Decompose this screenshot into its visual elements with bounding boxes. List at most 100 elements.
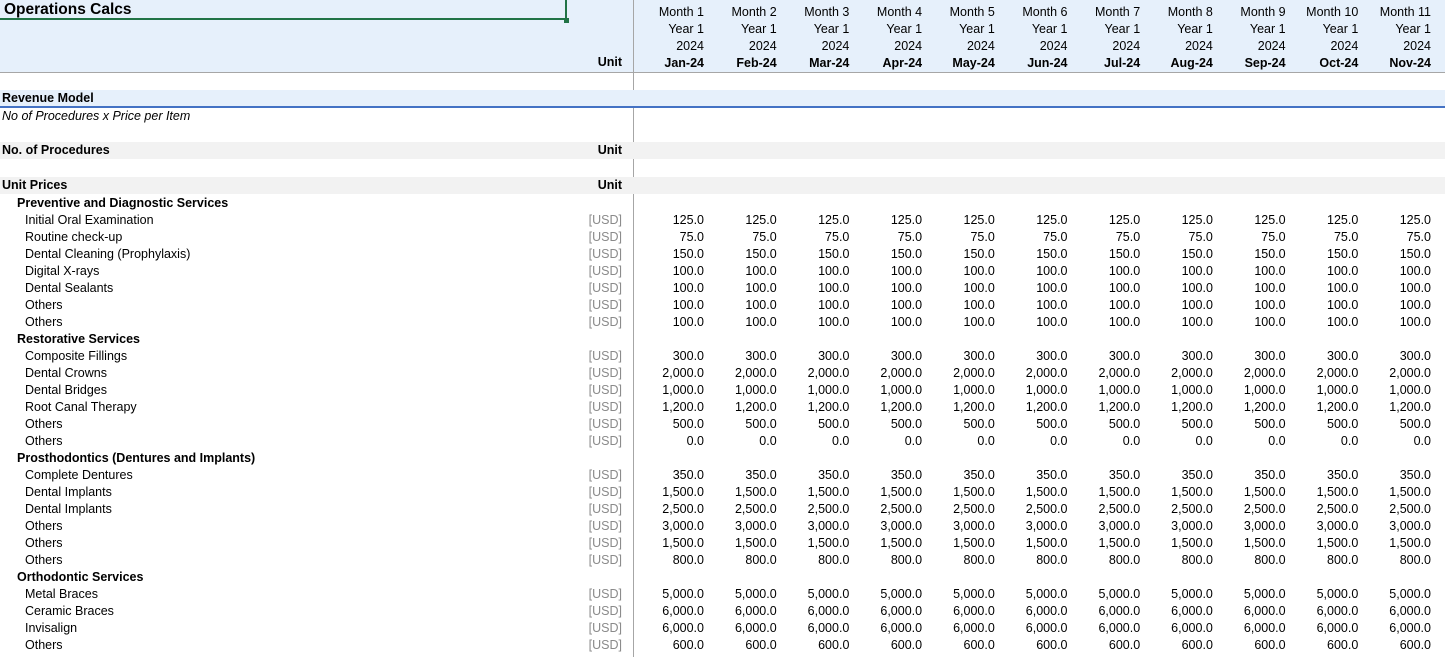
value-cell[interactable]: 2,000.0	[925, 365, 995, 382]
value-cell[interactable]: 1,000.0	[998, 382, 1068, 399]
value-cell[interactable]: 3,000.0	[1216, 518, 1286, 535]
value-cell[interactable]: 3,000.0	[1143, 518, 1213, 535]
value-cell[interactable]: 2,000.0	[779, 365, 850, 382]
item-label[interactable]: Others	[25, 416, 63, 433]
value-cell[interactable]: 1,000.0	[1216, 382, 1286, 399]
value-cell[interactable]: 125.0	[1288, 212, 1358, 229]
value-cell[interactable]: 100.0	[707, 263, 776, 280]
value-cell[interactable]: 6,000.0	[852, 620, 922, 637]
value-cell[interactable]: 6,000.0	[707, 620, 777, 637]
item-label[interactable]: Composite Fillings	[25, 348, 127, 365]
value-cell[interactable]: 75.0	[998, 229, 1067, 246]
value-cell[interactable]: 2,000.0	[998, 365, 1068, 382]
value-cell[interactable]: 1,500.0	[779, 535, 850, 552]
value-cell[interactable]: 1,500.0	[925, 535, 995, 552]
item-label[interactable]: Root Canal Therapy	[25, 399, 137, 416]
item-label[interactable]: Others	[25, 637, 63, 654]
value-cell[interactable]: 3,000.0	[1361, 518, 1431, 535]
value-cell[interactable]: 100.0	[925, 297, 995, 314]
value-cell[interactable]: 300.0	[1288, 348, 1358, 365]
value-cell[interactable]: 125.0	[925, 212, 995, 229]
value-cell[interactable]: 100.0	[634, 263, 704, 280]
value-cell[interactable]: 100.0	[1216, 280, 1285, 297]
value-cell[interactable]: 500.0	[1288, 416, 1358, 433]
item-unit[interactable]: [USD]	[589, 297, 622, 314]
value-cell[interactable]: 100.0	[1070, 297, 1140, 314]
value-cell[interactable]: 125.0	[1143, 212, 1213, 229]
value-cell[interactable]: 6,000.0	[998, 620, 1068, 637]
month-header[interactable]: Month 4 Year 1 2024 Apr-24	[852, 4, 922, 72]
value-cell[interactable]: 6,000.0	[1143, 620, 1213, 637]
item-label[interactable]: Others	[25, 433, 63, 450]
value-cell[interactable]: 75.0	[707, 229, 776, 246]
item-label[interactable]: Dental Implants	[25, 484, 112, 501]
value-cell[interactable]: 1,200.0	[634, 399, 704, 416]
month-header[interactable]: Month 7 Year 1 2024 Jul-24	[1070, 4, 1140, 72]
value-cell[interactable]: 500.0	[634, 416, 704, 433]
value-cell[interactable]: 125.0	[998, 212, 1067, 229]
value-cell[interactable]: 2,000.0	[1143, 365, 1213, 382]
value-cell[interactable]: 350.0	[1216, 467, 1285, 484]
value-cell[interactable]: 6,000.0	[925, 620, 995, 637]
month-header[interactable]: Month 6 Year 1 2024 Jun-24	[998, 4, 1067, 72]
month-header[interactable]: Month 10 Year 1 2024 Oct-24	[1288, 4, 1358, 72]
value-cell[interactable]: 100.0	[1216, 297, 1285, 314]
item-unit[interactable]: [USD]	[589, 314, 622, 331]
value-cell[interactable]: 6,000.0	[1288, 620, 1359, 637]
value-cell[interactable]: 2,000.0	[1288, 365, 1359, 382]
item-label[interactable]: Invisalign	[25, 620, 77, 637]
value-cell[interactable]: 150.0	[634, 246, 704, 263]
value-cell[interactable]: 100.0	[634, 314, 704, 331]
value-cell[interactable]: 600.0	[779, 637, 849, 654]
value-cell[interactable]: 2,500.0	[1070, 501, 1140, 518]
value-cell[interactable]: 5,000.0	[1361, 586, 1431, 603]
value-cell[interactable]: 500.0	[707, 416, 776, 433]
fill-handle[interactable]	[564, 18, 569, 23]
value-cell[interactable]: 75.0	[634, 229, 704, 246]
value-cell[interactable]: 6,000.0	[779, 603, 850, 620]
value-cell[interactable]: 100.0	[852, 263, 922, 280]
value-cell[interactable]: 5,000.0	[779, 586, 850, 603]
value-cell[interactable]: 1,500.0	[707, 535, 777, 552]
value-cell[interactable]: 0.0	[998, 433, 1067, 450]
value-cell[interactable]: 0.0	[852, 433, 922, 450]
value-cell[interactable]: 800.0	[852, 552, 922, 569]
value-cell[interactable]: 125.0	[852, 212, 922, 229]
value-cell[interactable]: 6,000.0	[634, 620, 704, 637]
value-cell[interactable]: 100.0	[1361, 297, 1431, 314]
item-label[interactable]: Metal Braces	[25, 586, 98, 603]
value-cell[interactable]: 300.0	[1143, 348, 1213, 365]
value-cell[interactable]: 1,500.0	[1288, 484, 1359, 501]
value-cell[interactable]: 100.0	[1361, 280, 1431, 297]
value-cell[interactable]: 350.0	[1143, 467, 1213, 484]
value-cell[interactable]: 100.0	[779, 280, 849, 297]
value-cell[interactable]: 1,200.0	[925, 399, 995, 416]
value-cell[interactable]: 3,000.0	[852, 518, 922, 535]
item-unit[interactable]: [USD]	[589, 382, 622, 399]
value-cell[interactable]: 100.0	[779, 314, 849, 331]
value-cell[interactable]: 500.0	[779, 416, 849, 433]
item-unit[interactable]: [USD]	[589, 620, 622, 637]
value-cell[interactable]: 600.0	[1143, 637, 1213, 654]
value-cell[interactable]: 1,000.0	[779, 382, 850, 399]
value-cell[interactable]: 300.0	[707, 348, 776, 365]
value-cell[interactable]: 1,000.0	[1070, 382, 1140, 399]
value-cell[interactable]: 100.0	[1070, 263, 1140, 280]
item-label[interactable]: Dental Cleaning (Prophylaxis)	[25, 246, 190, 263]
item-unit[interactable]: [USD]	[589, 637, 622, 654]
item-unit[interactable]: [USD]	[589, 535, 622, 552]
value-cell[interactable]: 100.0	[1216, 263, 1285, 280]
month-header[interactable]: Month 3 Year 1 2024 Mar-24	[779, 4, 849, 72]
value-cell[interactable]: 2,500.0	[634, 501, 704, 518]
value-cell[interactable]: 6,000.0	[1288, 603, 1359, 620]
item-label[interactable]: Others	[25, 552, 63, 569]
value-cell[interactable]: 100.0	[998, 280, 1067, 297]
value-cell[interactable]: 6,000.0	[1070, 620, 1140, 637]
item-unit[interactable]: [USD]	[589, 280, 622, 297]
value-cell[interactable]: 800.0	[707, 552, 776, 569]
value-cell[interactable]: 0.0	[1143, 433, 1213, 450]
value-cell[interactable]: 0.0	[779, 433, 849, 450]
value-cell[interactable]: 100.0	[779, 297, 849, 314]
value-cell[interactable]: 100.0	[1361, 263, 1431, 280]
value-cell[interactable]: 300.0	[998, 348, 1067, 365]
